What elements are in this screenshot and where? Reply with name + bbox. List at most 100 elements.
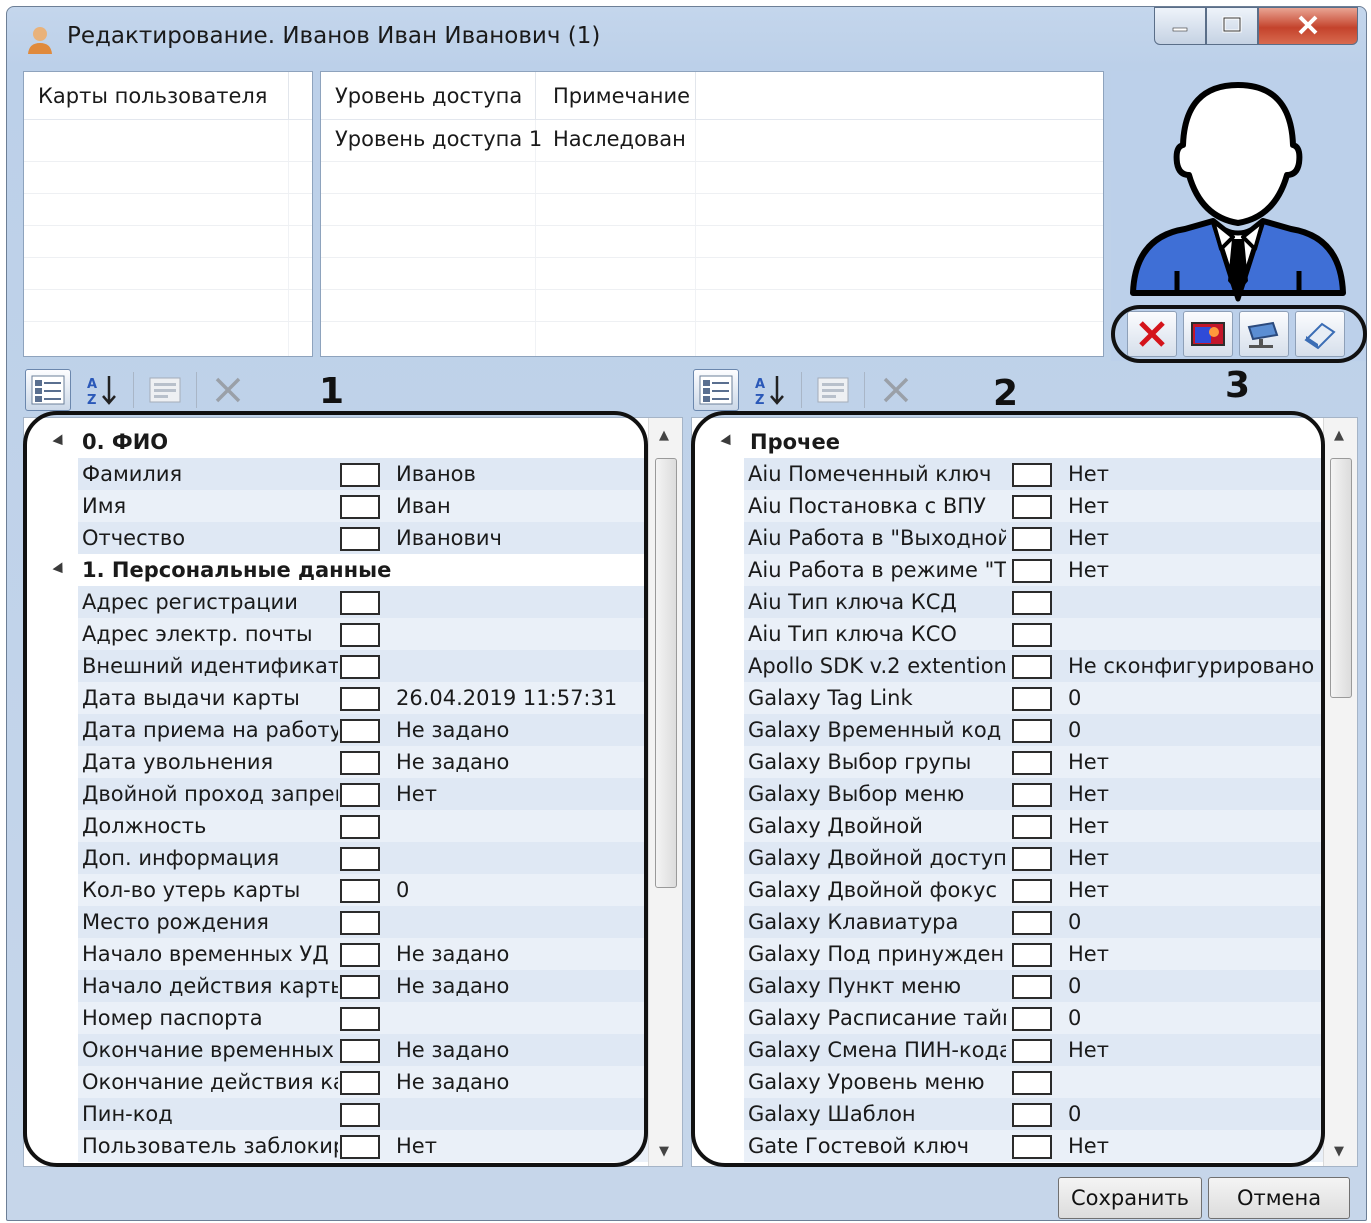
grid-property-row[interactable]: Aiu Тип ключа КСД [692,586,1323,618]
property-value-checkbox[interactable] [1012,1135,1052,1159]
property-value[interactable]: Нет [1068,942,1109,966]
grid-property-row[interactable]: Galaxy Двойной Нет [692,810,1323,842]
grid-property-row[interactable]: Начало действия карты Не задано [24,970,648,1002]
cancel-button[interactable]: Отмена [1208,1177,1350,1219]
property-value[interactable]: Иванов [396,462,476,486]
property-value-checkbox[interactable] [340,527,380,551]
cards-column-header[interactable]: Карты пользователя [38,84,267,108]
maximize-button[interactable] [1206,7,1258,45]
property-value-checkbox[interactable] [340,463,380,487]
grid-property-row[interactable]: Galaxy Выбор меню Нет [692,778,1323,810]
access-levels-list[interactable]: Уровень доступа Примечание Уровень досту… [320,71,1104,357]
property-value[interactable]: Нет [1068,1038,1109,1062]
property-value[interactable]: 0 [1068,910,1081,934]
property-value[interactable]: Не сконфигурировано [1068,654,1314,678]
grid-property-row[interactable]: Galaxy Пункт меню 0 [692,970,1323,1002]
grid-property-row[interactable]: Aiu Работа в "Выходной день" Нет [692,522,1323,554]
grid-property-row[interactable]: Адрес электр. почты [24,618,648,650]
right-property-grid[interactable]: ▲ ▼ Прочее Aiu Помеченный ключ Нет Aiu Пост… [691,417,1358,1167]
property-value[interactable]: Нет [1068,846,1109,870]
property-value-checkbox[interactable] [340,1007,380,1031]
scroll-down-icon[interactable]: ▼ [659,1144,669,1159]
grid-property-row[interactable]: Galaxy Шаблон 0 [692,1098,1323,1130]
right-categorized-button[interactable] [693,369,739,411]
grid-property-row[interactable]: Дата приема на работу Не задано [24,714,648,746]
grid-category-row[interactable]: Прочее [692,426,1323,458]
grid-category-row[interactable]: 0. ФИО [24,426,648,458]
grid-property-row[interactable]: Окончание действия карты Не задано [24,1066,648,1098]
access-level-cell[interactable]: Уровень доступа 1 [335,127,542,151]
left-clear-button[interactable] [205,369,251,411]
grid-property-row[interactable]: Дата увольнения Не задано [24,746,648,778]
property-value-checkbox[interactable] [340,1039,380,1063]
grid-property-row[interactable]: Фамилия Иванов [24,458,648,490]
left-categorized-button[interactable] [25,369,71,411]
property-value[interactable]: Нет [1068,814,1109,838]
property-value-checkbox[interactable] [340,495,380,519]
right-clear-button[interactable] [873,369,919,411]
grid-property-row[interactable]: Galaxy Двойной доступ Нет [692,842,1323,874]
property-value-checkbox[interactable] [1012,719,1052,743]
property-value-checkbox[interactable] [340,687,380,711]
grid-property-row[interactable]: Дата выдачи карты 26.04.2019 11:57:31 [24,682,648,714]
property-value[interactable]: Нет [396,1134,437,1158]
cards-list[interactable]: Карты пользователя [23,71,313,357]
property-value-checkbox[interactable] [1012,687,1052,711]
grid-property-row[interactable]: Apollo SDK v.2 extention Не сконфигуриров… [692,650,1323,682]
grid-property-row[interactable]: Galaxy Под принуждением Нет [692,938,1323,970]
grid-property-row[interactable]: Aiu Тип ключа КСО [692,618,1323,650]
property-value[interactable]: Нет [396,782,437,806]
grid-property-row[interactable]: Galaxy Уровень меню [692,1066,1323,1098]
right-property-pages-button[interactable] [810,369,856,411]
left-property-grid[interactable]: ▲ ▼ 0. ФИО Фамилия Иванов Имя Иван Отчество Ив… [23,417,683,1167]
grid-property-row[interactable]: Начало временных УД Не задано [24,938,648,970]
property-value-checkbox[interactable] [340,591,380,615]
property-value[interactable]: Нет [1068,494,1109,518]
grid-property-row[interactable]: Должность [24,810,648,842]
property-value[interactable]: Нет [1068,526,1109,550]
grid-property-row[interactable]: Пользователь заблокирован Нет [24,1130,648,1162]
expand-triangle-icon[interactable] [52,562,68,577]
grid-property-row[interactable]: Galaxy Tag Link 0 [692,682,1323,714]
property-value-checkbox[interactable] [1012,879,1052,903]
property-value-checkbox[interactable] [1012,623,1052,647]
grid-property-row[interactable]: Aiu Работа в режиме "Тревога" Нет [692,554,1323,586]
grid-property-row[interactable]: Номер паспорта [24,1002,648,1034]
property-value-checkbox[interactable] [1012,1071,1052,1095]
property-value[interactable]: Нет [1068,462,1109,486]
property-value-checkbox[interactable] [340,879,380,903]
property-value-checkbox[interactable] [1012,975,1052,999]
expand-triangle-icon[interactable] [52,434,68,449]
left-property-pages-button[interactable] [142,369,188,411]
property-value[interactable]: Нет [1068,878,1109,902]
property-value[interactable]: 0 [1068,1102,1081,1126]
property-value-checkbox[interactable] [1012,527,1052,551]
grid-property-row[interactable]: Galaxy Смена ПИН-кода Нет [692,1034,1323,1066]
property-value[interactable]: 0 [1068,974,1081,998]
grid-property-row[interactable]: Galaxy Двойной фокус Нет [692,874,1323,906]
grid-property-row[interactable]: Aiu Постановка с ВПУ Нет [692,490,1323,522]
scroll-up-icon[interactable]: ▲ [1334,428,1344,443]
property-value-checkbox[interactable] [1012,463,1052,487]
property-value[interactable]: Не задано [396,718,509,742]
property-value-checkbox[interactable] [1012,943,1052,967]
property-value-checkbox[interactable] [340,911,380,935]
property-value-checkbox[interactable] [340,1071,380,1095]
close-button[interactable] [1258,7,1358,45]
property-value[interactable]: 0 [1068,718,1081,742]
property-value[interactable]: Не задано [396,1070,509,1094]
property-value-checkbox[interactable] [340,1135,380,1159]
save-button[interactable]: Сохранить [1058,1177,1202,1219]
property-value-checkbox[interactable] [340,751,380,775]
access-level-column-header[interactable]: Уровень доступа [335,84,522,108]
property-value-checkbox[interactable] [1012,1007,1052,1031]
grid-category-row[interactable]: 1. Персональные данные [24,554,648,586]
property-value[interactable]: 0 [396,878,409,902]
left-grid-scrollbar[interactable]: ▲ ▼ [648,418,682,1166]
property-value-checkbox[interactable] [340,847,380,871]
property-value[interactable]: Нет [1068,1134,1109,1158]
property-value-checkbox[interactable] [340,655,380,679]
scroll-down-icon[interactable]: ▼ [1334,1144,1344,1159]
right-grid-scrollbar[interactable]: ▲ ▼ [1323,418,1357,1166]
property-value[interactable]: Нет [1068,782,1109,806]
